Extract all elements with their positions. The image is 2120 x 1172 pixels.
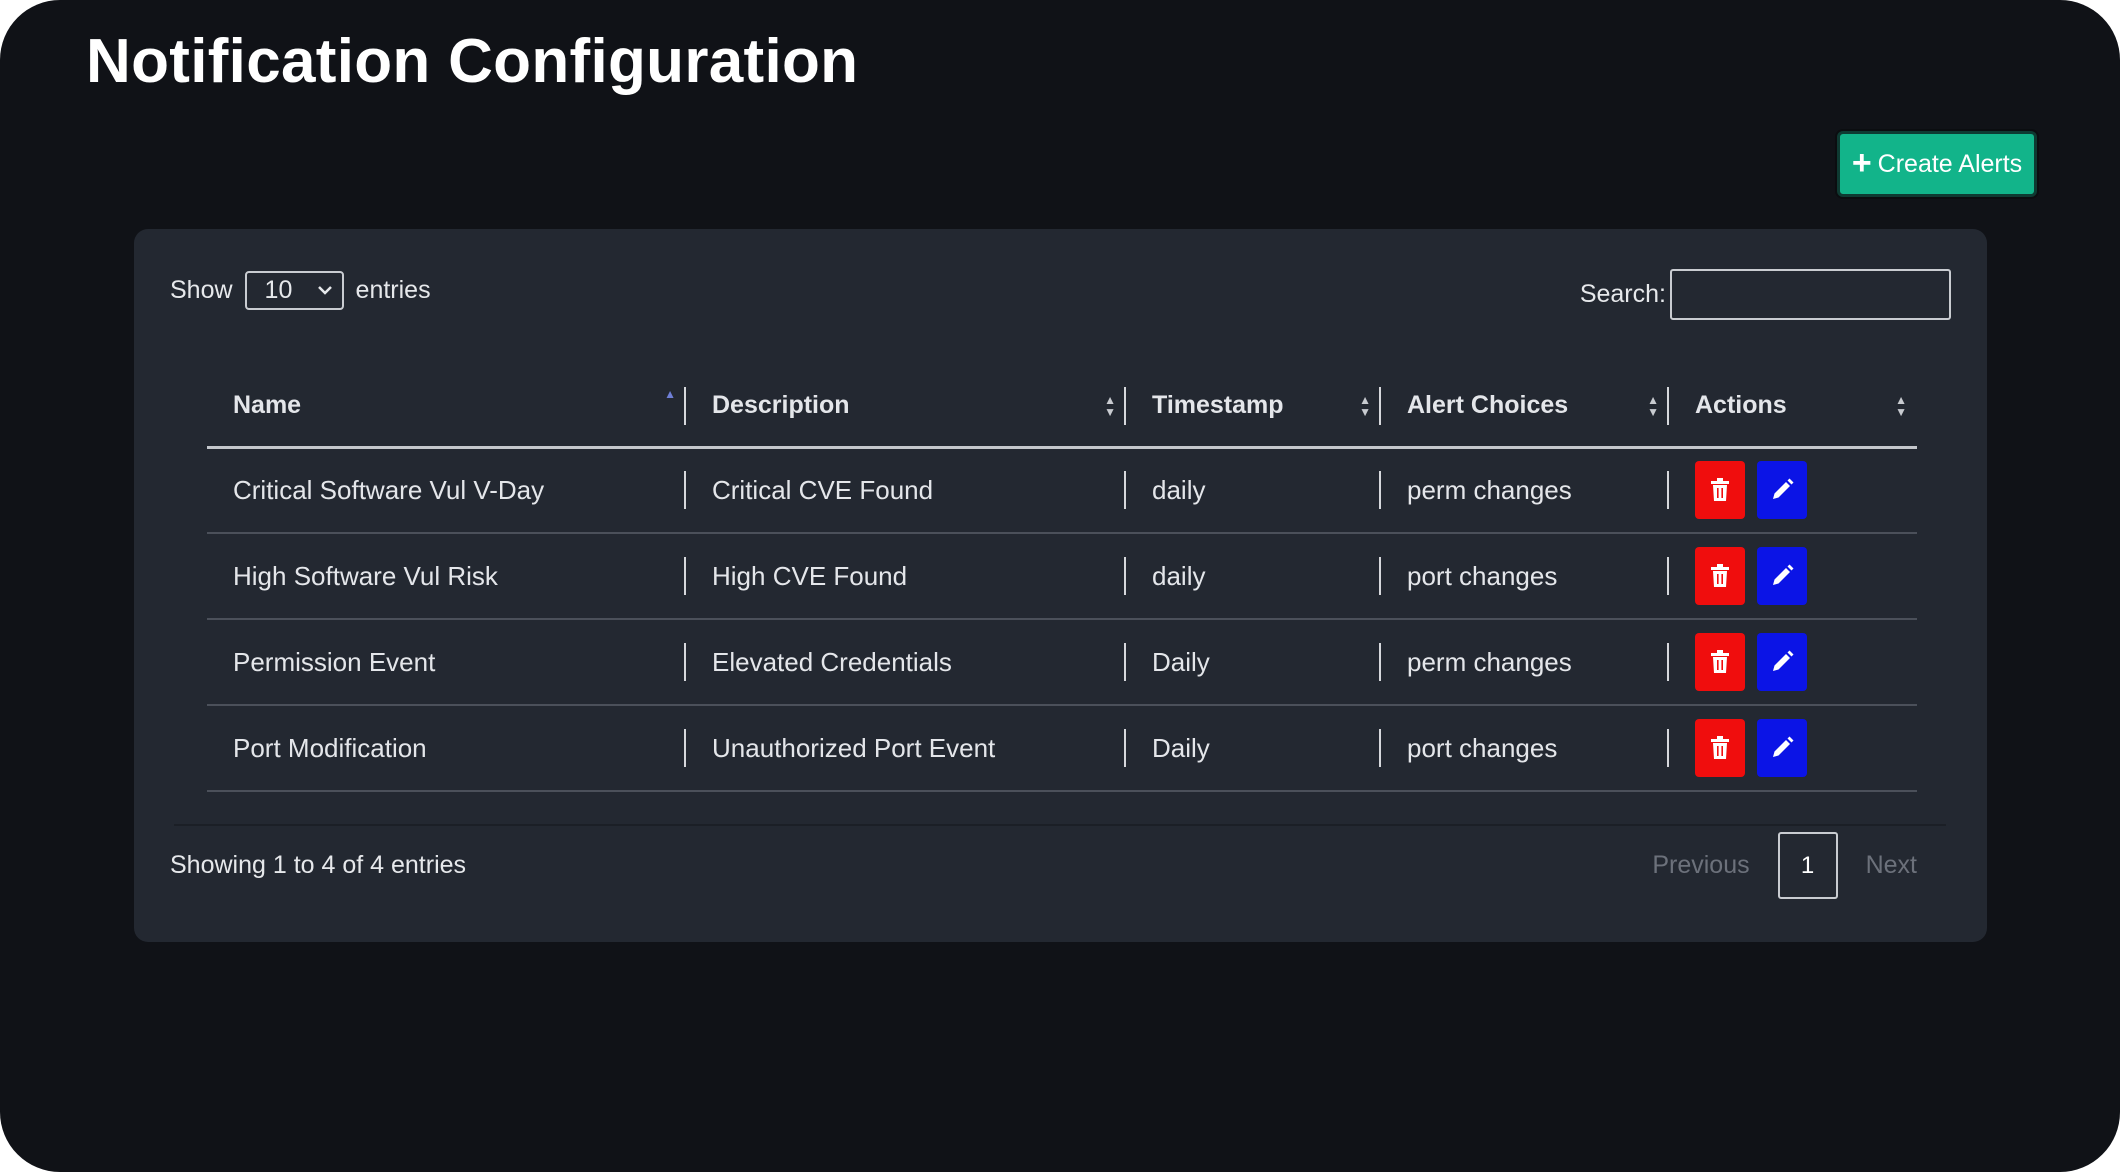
page-title: Notification Configuration — [86, 27, 859, 96]
search-label: Search: — [1579, 280, 1666, 308]
trash-icon — [1710, 650, 1730, 674]
create-alerts-button[interactable]: + Create Alerts — [1837, 131, 2037, 197]
cell-name: High Software Vul Risk — [207, 533, 686, 620]
cell-timestamp: daily — [1126, 533, 1381, 620]
cell-actions — [1669, 533, 1917, 620]
cell-description: Elevated Credentials — [686, 619, 1126, 706]
edit-button[interactable] — [1757, 633, 1807, 691]
table-row: Critical Software Vul V-Day Critical CVE … — [207, 447, 1917, 534]
entries-select[interactable]: 10 — [244, 271, 344, 310]
cell-description: Critical CVE Found — [686, 447, 1126, 534]
pencil-icon — [1770, 736, 1794, 760]
column-header-timestamp[interactable]: Timestamp ▲ ▼ — [1126, 366, 1381, 449]
search-control: Search: — [1580, 269, 1951, 320]
cell-timestamp: Daily — [1126, 705, 1381, 792]
sort-icon: ▲ ▼ — [1359, 392, 1371, 419]
pagination: Previous 1 Next — [1624, 832, 1945, 899]
cell-actions — [1669, 705, 1917, 792]
cell-description: High CVE Found — [686, 533, 1126, 620]
sort-ascending-icon: ▲ — [664, 386, 676, 401]
table-row: Port Modification Unauthorized Port Event… — [207, 705, 1917, 792]
entries-select-value: 10 — [264, 276, 293, 304]
entries-length-control: Show 10 entries — [170, 271, 431, 310]
table-footer-divider — [174, 824, 1946, 826]
delete-button[interactable] — [1695, 547, 1745, 605]
app-window: Notification Configuration + Create Aler… — [0, 0, 2120, 1172]
chevron-down-icon — [317, 282, 332, 299]
table-info: Showing 1 to 4 of 4 entries — [170, 851, 467, 879]
cell-name: Critical Software Vul V-Day — [207, 447, 686, 534]
column-header-alert-choices[interactable]: Alert Choices ▲ ▼ — [1381, 366, 1669, 449]
trash-icon — [1710, 478, 1730, 502]
table-row: Permission Event Elevated Credentials Dail… — [207, 619, 1917, 706]
delete-button[interactable] — [1695, 461, 1745, 520]
pencil-icon — [1770, 564, 1794, 588]
cell-timestamp: Daily — [1126, 619, 1381, 706]
alerts-table-card: Show 10 entries Search: Name ▲ Descripti… — [134, 229, 1987, 942]
alerts-table: Name ▲ Description ▲ ▼ Timestamp ▲ ▼ Ale… — [207, 366, 1917, 792]
page-1-button[interactable]: 1 — [1777, 832, 1838, 899]
edit-button[interactable] — [1757, 461, 1807, 520]
trash-icon — [1710, 564, 1730, 588]
pencil-icon — [1770, 650, 1794, 674]
next-page-button[interactable]: Next — [1838, 851, 1945, 880]
cell-actions — [1669, 447, 1917, 534]
cell-name: Permission Event — [207, 619, 686, 706]
sort-icon: ▲ ▼ — [1104, 392, 1116, 419]
entries-label: entries — [355, 276, 431, 304]
show-label: Show — [170, 276, 233, 304]
edit-button[interactable] — [1757, 547, 1807, 605]
cell-actions — [1669, 619, 1917, 706]
table-row: High Software Vul Risk High CVE Found dail… — [207, 533, 1917, 620]
cell-alert-choices: port changes — [1381, 533, 1669, 620]
column-header-actions[interactable]: Actions ▲ ▼ — [1669, 366, 1917, 449]
cell-name: Port Modification — [207, 705, 686, 792]
column-header-description[interactable]: Description ▲ ▼ — [686, 366, 1126, 449]
cell-timestamp: daily — [1126, 447, 1381, 534]
previous-page-button[interactable]: Previous — [1624, 851, 1777, 880]
cell-alert-choices: perm changes — [1381, 619, 1669, 706]
cell-alert-choices: perm changes — [1381, 447, 1669, 534]
edit-button[interactable] — [1757, 719, 1807, 777]
create-alerts-label: Create Alerts — [1877, 149, 2023, 178]
sort-icon: ▲ ▼ — [1647, 392, 1659, 419]
cell-description: Unauthorized Port Event — [686, 705, 1126, 792]
cell-alert-choices: port changes — [1381, 705, 1669, 792]
table-header-row: Name ▲ Description ▲ ▼ Timestamp ▲ ▼ Ale… — [207, 366, 1917, 449]
plus-icon: + — [1851, 143, 1872, 182]
delete-button[interactable] — [1695, 719, 1745, 777]
column-header-name[interactable]: Name ▲ — [207, 366, 686, 449]
pencil-icon — [1770, 478, 1794, 502]
sort-icon: ▲ ▼ — [1895, 392, 1907, 419]
trash-icon — [1710, 736, 1730, 760]
delete-button[interactable] — [1695, 633, 1745, 691]
search-input[interactable] — [1670, 269, 1951, 320]
